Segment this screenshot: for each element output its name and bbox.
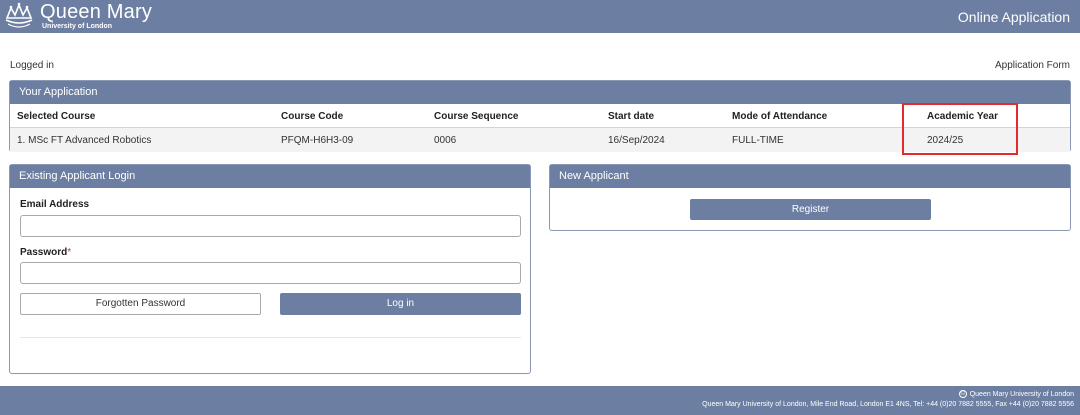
footer: © Queen Mary University of London Queen … bbox=[0, 386, 1080, 415]
divider bbox=[20, 337, 521, 338]
start-date-cell: 16/Sep/2024 bbox=[608, 135, 665, 146]
course-sequence-cell: 0006 bbox=[434, 135, 457, 146]
university-logo[interactable]: Queen Mary University of London bbox=[4, 2, 152, 32]
column-header: Selected Course bbox=[17, 111, 96, 122]
login-status: Logged in bbox=[10, 60, 54, 71]
password-field[interactable] bbox=[20, 262, 521, 284]
course-name-cell: 1. MSc FT Advanced Robotics bbox=[17, 135, 152, 146]
highlight-box bbox=[902, 103, 1018, 155]
log-in-button[interactable]: Log in bbox=[280, 293, 521, 315]
your-application-panel: Your Application Selected Course Course … bbox=[9, 80, 1071, 155]
column-header: Course Sequence bbox=[434, 111, 519, 122]
logo-subtitle: University of London bbox=[42, 23, 112, 30]
panel-title: Existing Applicant Login bbox=[10, 165, 530, 188]
new-applicant-panel: New Applicant Register bbox=[549, 164, 1071, 231]
required-mark: * bbox=[67, 247, 72, 258]
panel-title: New Applicant bbox=[550, 165, 1070, 188]
logo-name: Queen Mary bbox=[40, 1, 153, 23]
email-label: Email Address bbox=[20, 199, 90, 210]
copyright-text: Queen Mary University of London bbox=[969, 390, 1074, 398]
column-header: Mode of Attendance bbox=[732, 111, 828, 122]
app-title: Online Application bbox=[957, 9, 1070, 25]
register-button[interactable]: Register bbox=[690, 199, 931, 220]
column-header: Start date bbox=[608, 111, 655, 122]
attendance-mode-cell: FULL-TIME bbox=[732, 135, 784, 146]
forgotten-password-button[interactable]: Forgotten Password bbox=[20, 293, 261, 315]
email-field[interactable] bbox=[20, 215, 521, 237]
copyright-icon: © bbox=[958, 390, 967, 398]
existing-applicant-login-panel: Existing Applicant Login Email Address P… bbox=[9, 164, 531, 374]
panel-title: Your Application bbox=[10, 81, 1070, 104]
column-header: Course Code bbox=[281, 111, 344, 122]
footer-copyright: © Queen Mary University of London bbox=[958, 390, 1074, 398]
top-bar: Queen Mary University of London Online A… bbox=[0, 0, 1080, 33]
password-label: Password* bbox=[20, 247, 72, 258]
form-name: Application Form bbox=[994, 60, 1070, 71]
course-code-cell: PFQM-H6H3-09 bbox=[281, 135, 354, 146]
footer-address: Queen Mary University of London, Mile En… bbox=[702, 401, 1074, 408]
crown-icon bbox=[5, 2, 33, 28]
